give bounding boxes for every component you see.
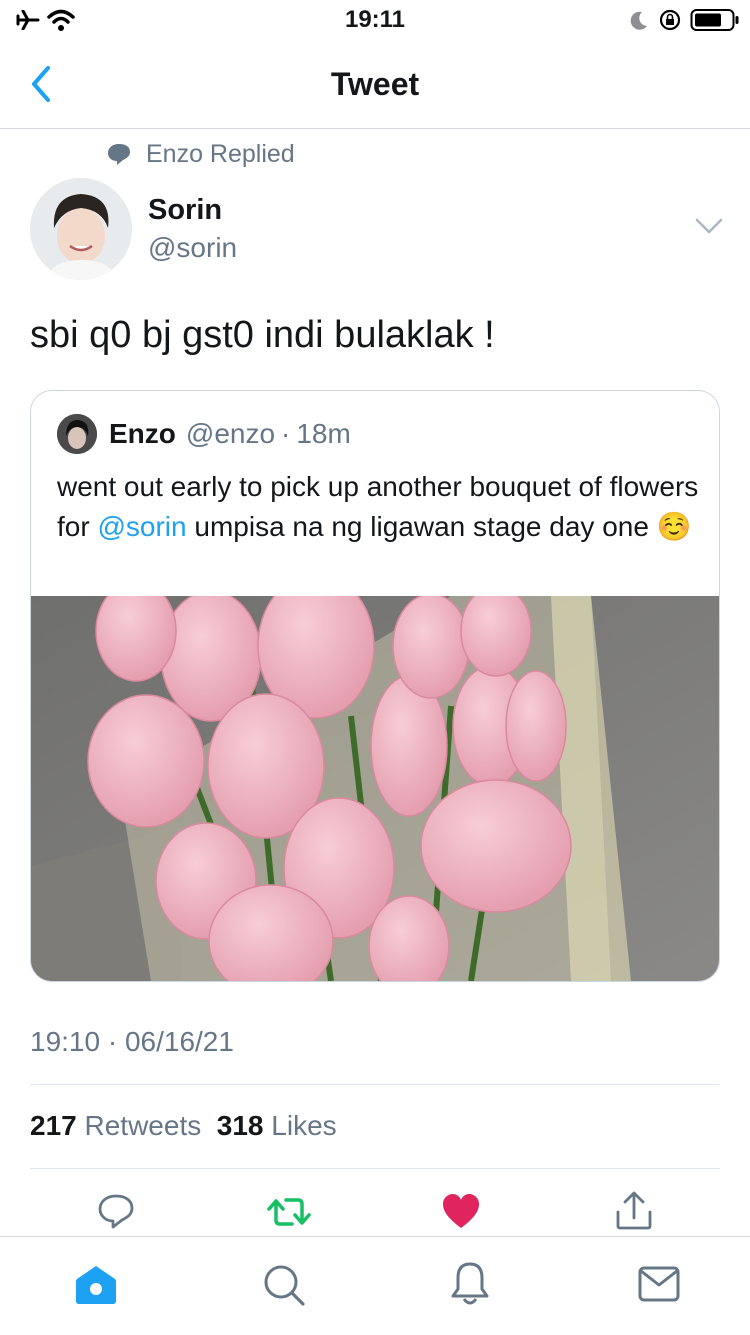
likes-count[interactable]: 318	[217, 1110, 264, 1141]
speech-bubble-icon	[108, 144, 130, 165]
divider	[30, 1168, 720, 1169]
search-icon[interactable]	[262, 1263, 306, 1307]
tweet-text: sbi q0 bj gst0 indi bulaklak !	[30, 314, 495, 356]
chevron-down-icon[interactable]	[694, 216, 724, 236]
author-handle[interactable]: @sorin	[148, 232, 237, 264]
envelope-icon[interactable]	[638, 1265, 680, 1303]
navigation-bar: Tweet	[0, 40, 750, 129]
avatar-portrait	[30, 178, 132, 280]
quoted-author-handle: @enzo	[185, 418, 276, 449]
tweet-actions	[0, 1180, 750, 1236]
quoted-tweet-text: went out early to pick up another bouque…	[57, 467, 707, 547]
mention-link[interactable]: @sorin	[97, 511, 186, 542]
divider	[30, 1084, 720, 1085]
tulip-bouquet-photo[interactable]	[31, 596, 719, 981]
retweets-label[interactable]: Retweets	[85, 1110, 202, 1141]
likes-label[interactable]: Likes	[271, 1110, 336, 1141]
author-avatar[interactable]	[30, 178, 132, 280]
battery-icon	[690, 9, 739, 31]
tweet-stats: 217 Retweets 318 Likes	[30, 1110, 337, 1142]
quoted-author-avatar	[57, 414, 97, 454]
author-name[interactable]: Sorin	[148, 194, 222, 227]
home-icon[interactable]	[74, 1263, 118, 1307]
quoted-tweet-card[interactable]: Enzo @enzo · 18m went out early to pick …	[30, 390, 720, 982]
page-title: Tweet	[330, 66, 420, 102]
quoted-text-after: umpisa na ng ligawan stage day one ☺️	[186, 511, 692, 542]
bell-icon[interactable]	[450, 1261, 490, 1307]
tweet-timestamp: 19:10 · 06/16/21	[30, 1026, 234, 1057]
reply-context: Enzo Replied	[106, 138, 295, 170]
reply-icon[interactable]	[96, 1192, 136, 1232]
retweet-icon[interactable]	[266, 1192, 312, 1232]
quoted-tweet-time: 18m	[296, 418, 351, 449]
quoted-tweet-header: Enzo @enzo · 18m	[57, 413, 351, 455]
quoted-author-name: Enzo	[109, 418, 176, 449]
status-bar: 19:11	[0, 0, 750, 40]
separator-dot: ·	[281, 418, 291, 449]
bottom-tab-bar	[0, 1236, 750, 1335]
share-icon[interactable]	[614, 1190, 654, 1232]
reply-context-label: Enzo Replied	[146, 139, 295, 168]
moon-icon	[630, 11, 647, 30]
heart-icon[interactable]	[441, 1192, 481, 1230]
retweets-count[interactable]: 217	[30, 1110, 77, 1141]
rotation-lock-icon	[659, 9, 681, 31]
